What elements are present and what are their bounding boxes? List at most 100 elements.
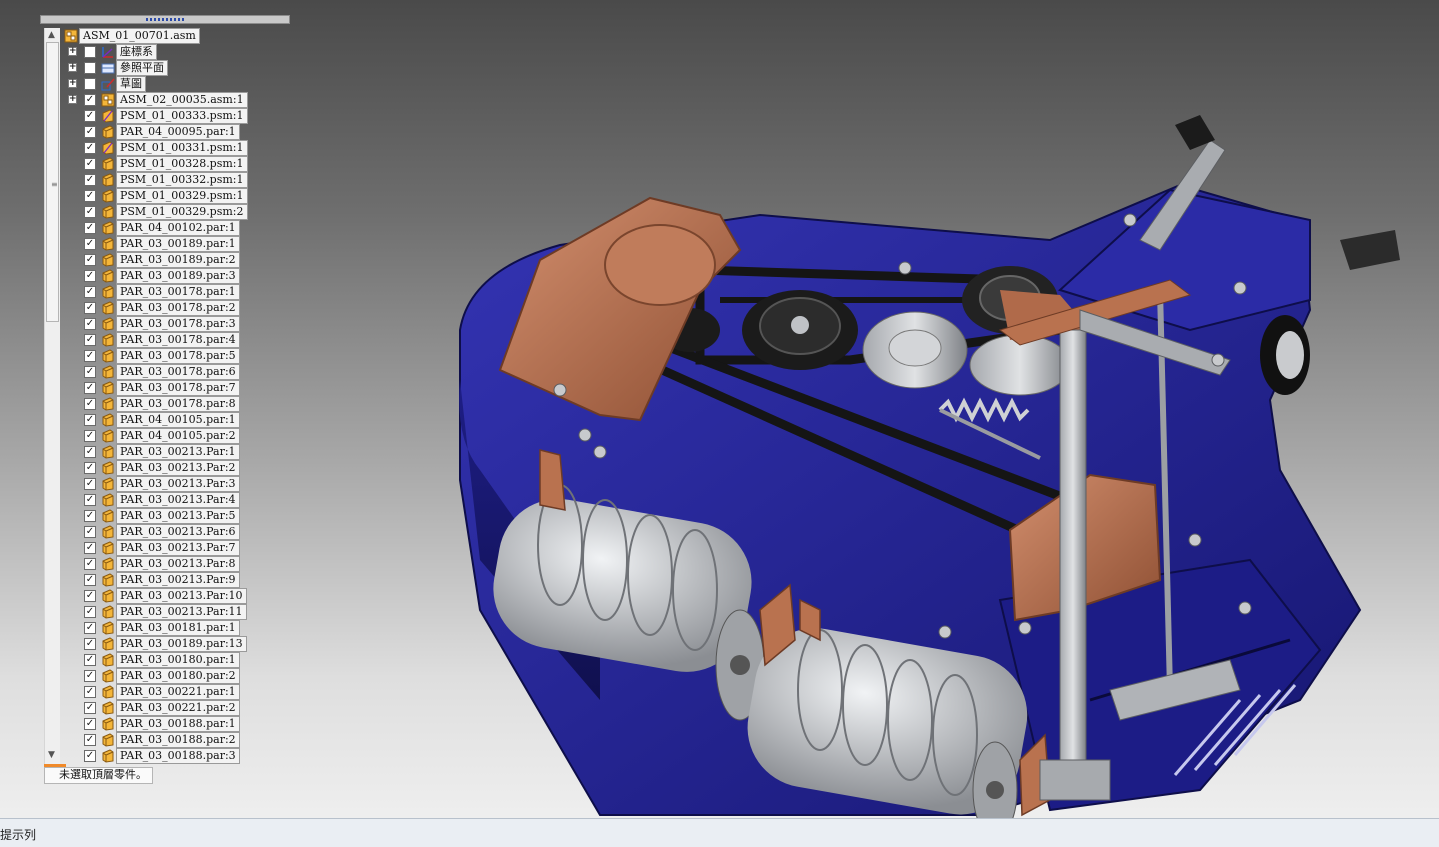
tree-item-label[interactable]: PAR_03_00178.par:3: [116, 316, 240, 332]
visibility-checkbox[interactable]: ✓: [84, 638, 96, 650]
expand-icon[interactable]: +: [68, 79, 77, 88]
visibility-checkbox[interactable]: ✓: [84, 622, 96, 634]
visibility-checkbox[interactable]: ✓: [84, 366, 96, 378]
tree-item-label[interactable]: PAR_03_00213.Par:5: [116, 508, 240, 524]
tree-item-label[interactable]: PAR_04_00102.par:1: [116, 220, 240, 236]
visibility-checkbox[interactable]: [84, 78, 96, 90]
tree-item-label[interactable]: PAR_03_00189.par:1: [116, 236, 240, 252]
visibility-checkbox[interactable]: ✓: [84, 558, 96, 570]
expand-icon[interactable]: +: [68, 95, 77, 104]
visibility-checkbox[interactable]: ✓: [84, 270, 96, 282]
visibility-checkbox[interactable]: ✓: [84, 190, 96, 202]
visibility-checkbox[interactable]: [84, 46, 96, 58]
tree-item-label[interactable]: PAR_03_00180.par:2: [116, 668, 240, 684]
expand-icon[interactable]: +: [68, 47, 77, 56]
visibility-checkbox[interactable]: ✓: [84, 510, 96, 522]
tree-scrollbar[interactable]: ▲ ≡ ▼: [44, 28, 60, 764]
tree-item-label[interactable]: PAR_03_00213.Par:3: [116, 476, 240, 492]
tree-item-label[interactable]: PAR_03_00178.par:8: [116, 396, 240, 412]
tree-item-label[interactable]: PAR_03_00213.Par:6: [116, 524, 240, 540]
panel-drag-handle[interactable]: [40, 15, 290, 24]
tree-item-label[interactable]: PAR_03_00178.par:2: [116, 300, 240, 316]
scroll-up-icon[interactable]: ▲: [48, 30, 55, 40]
visibility-checkbox[interactable]: ✓: [84, 750, 96, 762]
tree-item-label[interactable]: PAR_03_00188.par:2: [116, 732, 240, 748]
tree-item-label[interactable]: PAR_03_00178.par:4: [116, 332, 240, 348]
visibility-checkbox[interactable]: ✓: [84, 462, 96, 474]
tree-item-label[interactable]: PAR_03_00213.Par:11: [116, 604, 247, 620]
tree-item-label[interactable]: 參照平面: [116, 60, 168, 76]
tree-item-label[interactable]: PAR_04_00095.par:1: [116, 124, 240, 140]
tree-item-label[interactable]: PAR_03_00213.Par:9: [116, 572, 240, 588]
tree-item-label[interactable]: PAR_03_00188.par:3: [116, 748, 240, 764]
tree-item-label[interactable]: PAR_03_00213.Par:2: [116, 460, 240, 476]
tree-item-label[interactable]: PSM_01_00333.psm:1: [116, 108, 248, 124]
tree-item-label[interactable]: PAR_03_00178.par:1: [116, 284, 240, 300]
visibility-checkbox[interactable]: ✓: [84, 94, 96, 106]
visibility-checkbox[interactable]: ✓: [84, 702, 96, 714]
tree-item-label[interactable]: PAR_03_00188.par:1: [116, 716, 240, 732]
tree-item-label[interactable]: PAR_03_00213.Par:1: [116, 444, 240, 460]
visibility-checkbox[interactable]: ✓: [84, 494, 96, 506]
tree-item-label[interactable]: 座標系: [116, 44, 157, 60]
visibility-checkbox[interactable]: ✓: [84, 606, 96, 618]
visibility-checkbox[interactable]: ✓: [84, 222, 96, 234]
visibility-checkbox[interactable]: ✓: [84, 686, 96, 698]
tree-item-label[interactable]: PAR_03_00213.Par:4: [116, 492, 240, 508]
tree-item-label[interactable]: PSM_01_00331.psm:1: [116, 140, 248, 156]
tree-item-label[interactable]: PAR_03_00189.par:13: [116, 636, 247, 652]
tree-item-label[interactable]: PSM_01_00328.psm:1: [116, 156, 248, 172]
tree-item-label[interactable]: PSM_01_00329.psm:2: [116, 204, 248, 220]
visibility-checkbox[interactable]: ✓: [84, 206, 96, 218]
visibility-checkbox[interactable]: ✓: [84, 126, 96, 138]
tree-item-label[interactable]: PAR_03_00213.Par:8: [116, 556, 240, 572]
visibility-checkbox[interactable]: ✓: [84, 574, 96, 586]
visibility-checkbox[interactable]: ✓: [84, 334, 96, 346]
visibility-checkbox[interactable]: ✓: [84, 734, 96, 746]
tree-item-label[interactable]: 草圖: [116, 76, 146, 92]
tree-item-label[interactable]: PAR_03_00178.par:6: [116, 364, 240, 380]
tree-item-label[interactable]: PAR_04_00105.par:2: [116, 428, 240, 444]
visibility-checkbox[interactable]: ✓: [84, 654, 96, 666]
tree-item-label[interactable]: PAR_03_00221.par:2: [116, 700, 240, 716]
tree-item-label[interactable]: PAR_03_00180.par:1: [116, 652, 240, 668]
visibility-checkbox[interactable]: ✓: [84, 110, 96, 122]
visibility-checkbox[interactable]: ✓: [84, 286, 96, 298]
visibility-checkbox[interactable]: ✓: [84, 590, 96, 602]
visibility-checkbox[interactable]: ✓: [84, 318, 96, 330]
tree-item-label[interactable]: PSM_01_00332.psm:1: [116, 172, 248, 188]
tree-item-label[interactable]: PAR_03_00178.par:5: [116, 348, 240, 364]
visibility-checkbox[interactable]: ✓: [84, 238, 96, 250]
visibility-checkbox[interactable]: ✓: [84, 542, 96, 554]
tree-item-label[interactable]: PAR_03_00213.Par:10: [116, 588, 247, 604]
tree-item-label[interactable]: PAR_03_00189.par:3: [116, 268, 240, 284]
tree-root-label[interactable]: ASM_01_00701.asm: [79, 28, 200, 44]
visibility-checkbox[interactable]: ✓: [84, 526, 96, 538]
tree-item-label[interactable]: PAR_03_00189.par:2: [116, 252, 240, 268]
tree-item-label[interactable]: PAR_03_00178.par:7: [116, 380, 240, 396]
visibility-checkbox[interactable]: ✓: [84, 142, 96, 154]
scroll-thumb[interactable]: ≡: [46, 42, 59, 322]
visibility-checkbox[interactable]: ✓: [84, 350, 96, 362]
visibility-checkbox[interactable]: ✓: [84, 670, 96, 682]
visibility-checkbox[interactable]: ✓: [84, 430, 96, 442]
visibility-checkbox[interactable]: ✓: [84, 174, 96, 186]
scroll-down-icon[interactable]: ▼: [48, 750, 55, 760]
visibility-checkbox[interactable]: ✓: [84, 398, 96, 410]
tree-item-label[interactable]: PAR_04_00105.par:1: [116, 412, 240, 428]
visibility-checkbox[interactable]: ✓: [84, 302, 96, 314]
visibility-checkbox[interactable]: ✓: [84, 254, 96, 266]
visibility-checkbox[interactable]: ✓: [84, 446, 96, 458]
tree-item-label[interactable]: PAR_03_00181.par:1: [116, 620, 240, 636]
tree-item-label[interactable]: PAR_03_00213.Par:7: [116, 540, 240, 556]
visibility-checkbox[interactable]: ✓: [84, 382, 96, 394]
visibility-checkbox[interactable]: [84, 62, 96, 74]
visibility-checkbox[interactable]: ✓: [84, 158, 96, 170]
visibility-checkbox[interactable]: ✓: [84, 718, 96, 730]
expand-icon[interactable]: +: [68, 63, 77, 72]
tree-item-label[interactable]: ASM_02_00035.asm:1: [116, 92, 248, 108]
tree-item-label[interactable]: PSM_01_00329.psm:1: [116, 188, 248, 204]
tree-item-label[interactable]: PAR_03_00221.par:1: [116, 684, 240, 700]
visibility-checkbox[interactable]: ✓: [84, 414, 96, 426]
visibility-checkbox[interactable]: ✓: [84, 478, 96, 490]
